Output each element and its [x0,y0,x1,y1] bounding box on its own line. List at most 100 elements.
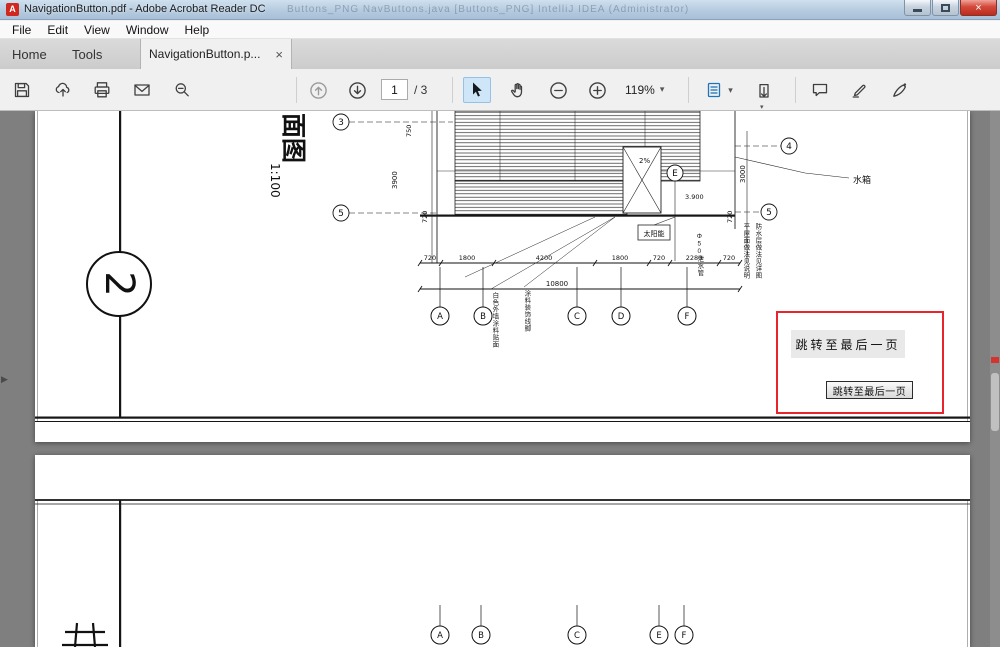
jump-last-page-button[interactable]: 跳转至最后一页 [826,381,913,399]
previous-page-icon [309,81,327,99]
select-tool-button[interactable] [463,77,491,103]
tabbar: Home Tools NavigationButton.p... × [0,39,1000,69]
grid-bubble-5r: 5 [766,208,772,218]
print-icon [94,82,110,98]
print-button[interactable] [88,77,116,103]
document-tab-label: NavigationButton.p... [149,47,261,61]
scrolling-mode-icon [759,83,769,98]
grid-bubble-c2: C [574,631,580,641]
menu-file[interactable]: File [4,22,39,38]
page-display-button[interactable]: ▾ [698,77,740,103]
zoom-level-value: 119% [625,82,655,97]
email-button[interactable] [128,77,156,103]
marquee-zoom-icon [175,83,189,97]
grid-bubble-f: F [685,312,690,322]
menu-view[interactable]: View [76,22,118,38]
tab-document[interactable]: NavigationButton.p... × [140,39,292,69]
minimize-icon [913,9,922,12]
note-wall-paint: 白色外墙涂料贴面 [490,292,498,348]
acrobat-window: A NavigationButton.pdf - Adobe Acrobat R… [0,0,1000,647]
grid-bubble-a: A [437,312,443,322]
grid-bubble-5l: 5 [338,209,344,219]
tab-close-icon[interactable]: × [275,47,283,62]
dim-total-10800: 10800 [546,280,568,288]
minimize-button[interactable] [904,0,931,16]
sheet-number: 2 [96,271,142,296]
dim-left-750: 750 [405,125,413,137]
level-label: 3.900 [685,193,704,201]
architectural-drawing-page2: A B C E F [35,499,970,647]
toolbar-separator [795,77,796,103]
grid-bubble-f2: F [682,631,687,641]
vertical-scrollbar[interactable] [990,111,1000,647]
maximize-button[interactable] [932,0,959,16]
toolbar: / 3 119% ▾ [0,69,1000,111]
next-page-icon [348,81,366,99]
dim-right-720: 720 [726,211,734,223]
comment-icon [812,83,828,97]
zoom-in-icon [588,81,606,99]
dim-720a: 720 [424,254,436,262]
note-drain-pipe: Φ50泄水管 [695,233,703,277]
maximize-icon [941,3,950,12]
dim-left-3900: 3900 [391,171,399,189]
tab-home[interactable]: Home [2,39,57,69]
caret-down-icon: ▾ [728,84,733,95]
zoom-in-button[interactable] [583,77,611,103]
drawing-title: 面图 [279,113,308,163]
zoom-out-icon [549,81,567,99]
grid-bubble-a2: A [437,631,443,641]
tab-tools[interactable]: Tools [62,39,112,69]
annotation-highlight-box[interactable]: 跳转至最后一页 跳转至最后一页 [776,311,944,414]
dim-right-3000: 3000 [739,165,747,183]
grid-bubble-b2: B [478,631,484,641]
highlight-button[interactable] [846,77,874,103]
solar-label: 太阳能 [644,229,665,238]
dim-720c: 720 [723,254,735,262]
partial-glyph [62,622,108,647]
toolbar-separator [688,77,689,103]
scrollbar-thumb[interactable] [991,373,999,431]
water-tank-label: 水箱 [853,174,871,186]
drawing-scale: 1:100 [268,163,282,198]
grid-bubble-4: 4 [786,142,792,152]
note-waterproof-spec: 防水层做法见详图 [753,223,761,279]
acrobat-app-icon: A [6,3,19,16]
cloud-upload-button[interactable] [49,77,77,103]
grid-bubble-3: 3 [338,118,344,128]
pdf-page-2: A B C E F [35,455,970,647]
scrollbar-annotation-mark [991,357,999,363]
menu-help[interactable]: Help [177,22,218,38]
zoom-out-button[interactable] [544,77,572,103]
pdf-page-1: 2 面图 1:100 3 5 4 5 E 2% 3.900 水箱 太阳能 750… [35,111,970,442]
comment-button[interactable] [806,77,834,103]
dim-left-720: 720 [421,211,429,223]
page-number-input[interactable] [381,79,408,100]
marquee-zoom-button[interactable] [168,77,196,103]
zoom-level-dropdown[interactable]: 119% ▾ [620,79,669,100]
toolbar-separator [296,77,297,103]
navigation-pane-toggle[interactable]: ▶ [1,374,8,385]
toolbar-separator [452,77,453,103]
jump-last-page-field[interactable]: 跳转至最后一页 [791,330,905,358]
email-icon [134,84,150,96]
hand-tool-button[interactable] [504,77,532,103]
fill-sign-button[interactable] [886,77,914,103]
grid-bubble-e2: E [656,631,661,641]
scrolling-mode-button[interactable]: ▾ [750,77,778,111]
window-controls: × [903,0,997,16]
cloud-upload-icon [55,82,70,97]
grid-bubble-d: D [618,312,625,322]
close-button[interactable]: × [960,0,997,16]
menu-edit[interactable]: Edit [39,22,76,38]
grid-bubble-b: B [480,312,486,322]
next-page-button[interactable] [343,77,371,103]
save-button[interactable] [8,77,36,103]
previous-page-button[interactable] [304,77,332,103]
window-title: NavigationButton.pdf - Adobe Acrobat Rea… [24,3,266,15]
menu-window[interactable]: Window [118,22,177,38]
highlight-icon [852,84,866,98]
dim-1800a: 1800 [459,254,476,262]
note-moulding: 涂料装饰线脚 [522,290,530,332]
grid-bubble-c: C [574,312,580,322]
